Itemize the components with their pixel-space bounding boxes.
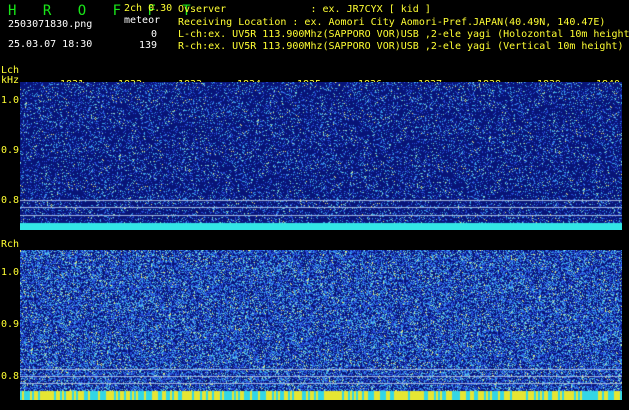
rch-label: Rch [1, 239, 20, 250]
lch-y-tick: 0.9 [1, 145, 20, 156]
rch-info-line: R-ch:ex. UV5R 113.900Mhz(SAPPORO VOR)USB… [178, 41, 624, 52]
datetime: 25.03.07 18:30 [8, 39, 93, 50]
meteor-label: meteor [124, 15, 161, 26]
lch-y-tick: 0.8 [1, 195, 20, 206]
rch-y-tick: 1.0 [1, 267, 20, 278]
location-line: Receiving Location : ex. Aomori City Aom… [178, 17, 606, 28]
rch-y-tick: 0.9 [1, 319, 20, 330]
lch-y-tick: 1.0 [1, 95, 20, 106]
meteor-count-rch: 139 [138, 40, 157, 51]
rch-spectrogram [20, 250, 622, 400]
file-name: 2503071830.png [8, 19, 93, 30]
khz-label: kHz [1, 75, 20, 86]
mode-label: 2ch 0.30 [124, 3, 173, 14]
lch-spectrogram [20, 82, 622, 230]
observer-line: Ovserver : ex. JR7CYX [ kid ] [178, 4, 431, 15]
meteor-count-lch: 0 [150, 29, 157, 40]
lch-info-line: L-ch:ex. UV5R 113.900Mhz(SAPPORO VOR)USB… [178, 29, 629, 40]
rch-y-tick: 0.8 [1, 371, 20, 382]
